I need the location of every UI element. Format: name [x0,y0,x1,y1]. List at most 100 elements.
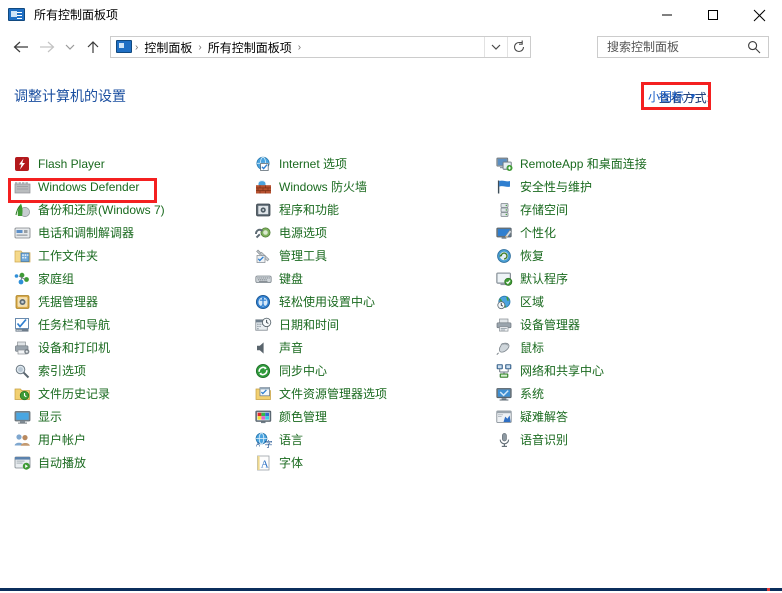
control-panel-item-label: 语音识别 [520,432,569,447]
control-panel-item[interactable]: 用户帐户 [14,428,252,451]
control-panel-item[interactable]: 家庭组 [14,267,252,290]
control-panel-item-label: 备份和还原(Windows 7) [38,202,165,217]
control-panel-item[interactable]: 任务栏和导航 [14,313,252,336]
breadcrumb-item-all-items[interactable]: 所有控制面板项 [205,39,295,56]
homegroup-icon [14,271,31,287]
recent-locations-chevron-down-icon[interactable] [60,34,80,60]
control-panel-item[interactable]: Internet 选项 [255,152,493,175]
speech-recognition-icon [496,432,513,448]
control-panel-item-label: 凭据管理器 [38,294,99,309]
refresh-icon[interactable] [507,37,530,57]
svg-text:A: A [261,458,269,470]
credential-manager-icon [14,294,31,310]
view-by-selector[interactable]: 小图标 ▼ [648,88,697,105]
control-panel-item[interactable]: 颜色管理 [255,405,493,428]
flash-player-icon [14,156,31,172]
control-panel-item-label: 安全性与维护 [520,179,593,194]
control-panel-item-label: 轻松使用设置中心 [279,294,376,309]
network-sharing-icon [496,363,513,379]
control-panel-item[interactable]: 区域 [496,290,766,313]
default-programs-icon [496,271,513,287]
window-title: 所有控制面板项 [34,8,119,22]
search-box[interactable] [597,36,769,58]
control-panel-item-label: 恢复 [520,248,545,263]
control-panel-item-label: 默认程序 [520,271,569,286]
control-panel-item[interactable]: 轻松使用设置中心 [255,290,493,313]
control-panel-item[interactable]: 系统 [496,382,766,405]
control-panel-item-label: Windows Defender [38,179,140,194]
control-panel-item[interactable]: 同步中心 [255,359,493,382]
back-button-icon[interactable] [8,34,34,60]
control-panel-item-label: 颜色管理 [279,409,328,424]
programs-features-icon [255,202,272,218]
control-panel-item[interactable]: 字 A 语言 [255,428,493,451]
color-management-icon [255,409,272,425]
forward-button-icon[interactable] [34,34,60,60]
control-panel-item[interactable]: 日期和时间 [255,313,493,336]
control-panel-item[interactable]: A 字体 [255,451,493,474]
control-panel-item[interactable]: 鼠标 [496,336,766,359]
control-panel-item[interactable]: Flash Player [14,152,252,175]
control-panel-item[interactable]: Windows 防火墙 [255,175,493,198]
control-panel-item[interactable]: 索引选项 [14,359,252,382]
control-panel-item[interactable]: RemoteApp 和桌面连接 [496,152,766,175]
sync-center-icon [255,363,272,379]
control-panel-item[interactable]: 语音识别 [496,428,766,451]
control-panel-item[interactable]: 文件历史记录 [14,382,252,405]
date-time-icon [255,317,272,333]
control-panel-item[interactable]: 存储空间 [496,198,766,221]
search-icon[interactable] [747,40,761,54]
administrative-tools-icon [255,248,272,264]
control-panel-item[interactable]: 管理工具 [255,244,493,267]
control-panel-item-label: 自动播放 [38,455,87,470]
control-panel-item[interactable]: 电话和调制解调器 [14,221,252,244]
control-panel-item[interactable]: 键盘 [255,267,493,290]
windows-defender-icon [14,179,31,195]
control-panel-item[interactable]: 程序和功能 [255,198,493,221]
control-panel-item-label: 系统 [520,386,545,401]
control-panel-item[interactable]: 备份和还原(Windows 7) [14,198,252,221]
control-panel-item[interactable]: 自动播放 [14,451,252,474]
remoteapp-desktop-icon [496,156,513,172]
close-icon[interactable] [736,0,782,30]
control-panel-item-label: 字体 [279,455,304,470]
maximize-icon[interactable] [690,0,736,30]
display-icon [14,409,31,425]
devices-printers-icon [14,340,31,356]
control-panel-item[interactable]: 设备和打印机 [14,336,252,359]
control-panel-item[interactable]: 文件资源管理器选项 [255,382,493,405]
control-panel-item[interactable]: 凭据管理器 [14,290,252,313]
up-button-icon[interactable] [80,34,106,60]
language-icon: 字A [255,432,272,448]
control-panel-item[interactable]: 网络和共享中心 [496,359,766,382]
minimize-icon[interactable] [644,0,690,30]
control-panel-item[interactable]: 显示 [14,405,252,428]
breadcrumb-item-control-panel[interactable]: 控制面板 [141,39,195,56]
svg-text:字: 字 [265,439,273,448]
search-input[interactable] [605,39,739,55]
control-panel-item[interactable]: 声音 [255,336,493,359]
control-panel-item-label: 任务栏和导航 [38,317,111,332]
security-maintenance-icon [496,179,513,195]
title-bar: 所有控制面板项 [0,0,782,30]
control-panel-item-label: 程序和功能 [279,202,340,217]
control-panel-item-label: 日期和时间 [279,317,340,332]
address-chevron-down-icon[interactable] [484,37,507,57]
control-panel-item[interactable]: 设备管理器 [496,313,766,336]
control-panel-item[interactable]: 安全性与维护 [496,175,766,198]
control-panel-item[interactable]: 默认程序 [496,267,766,290]
control-panel-item[interactable]: 电源选项 [255,221,493,244]
control-panel-icon [8,7,25,23]
control-panel-item[interactable]: 疑难解答 [496,405,766,428]
control-panel-item[interactable]: 恢复 [496,244,766,267]
control-panel-item[interactable]: 个性化 [496,221,766,244]
address-bar[interactable]: › 控制面板 › 所有控制面板项 › [110,36,531,58]
mouse-icon [496,340,513,356]
file-explorer-options-icon [255,386,272,402]
storage-spaces-icon [496,202,513,218]
items-column-1: Flash Player Windows Defender 备份和还原(Window… [14,152,252,474]
control-panel-item[interactable]: Windows Defender [14,175,252,198]
control-panel-item[interactable]: 工作文件夹 [14,244,252,267]
region-icon [496,294,513,310]
breadcrumb-separator: › [297,41,302,53]
